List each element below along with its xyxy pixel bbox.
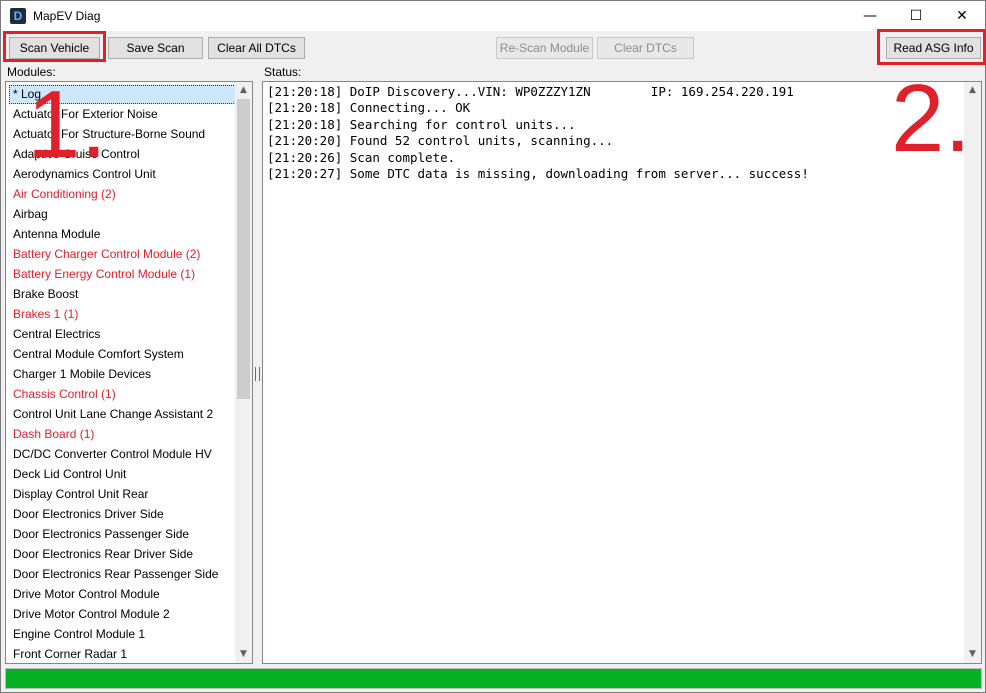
minimize-icon[interactable]: — <box>847 1 893 31</box>
log-line: [21:20:27] Some DTC data is missing, dow… <box>267 166 809 181</box>
module-list-item[interactable]: Charger 1 Mobile Devices <box>13 364 151 384</box>
module-list-item[interactable]: Antenna Module <box>13 224 100 244</box>
module-list-item[interactable]: DC/DC Converter Control Module HV <box>13 444 212 464</box>
save-scan-button[interactable]: Save Scan <box>108 37 203 59</box>
splitter-handle[interactable] <box>255 367 260 381</box>
log-line: [21:20:18] Connecting... OK <box>267 100 471 116</box>
app-logo-letter: D <box>13 9 23 23</box>
module-list-item[interactable]: Dash Board (1) <box>13 424 94 444</box>
module-list-item[interactable]: Central Module Comfort System <box>13 344 184 364</box>
module-list-item[interactable]: Air Conditioning (2) <box>13 184 116 204</box>
log-line: [21:20:18] Searching for control units..… <box>267 116 576 132</box>
module-list-item[interactable]: Drive Motor Control Module <box>13 584 160 604</box>
scrollbar-thumb[interactable] <box>237 99 250 399</box>
title-bar: D MapEV Diag — ☐ ✕ <box>1 1 985 31</box>
module-list-item[interactable]: Airbag <box>13 204 48 224</box>
highlight-box-read-asg <box>877 29 986 65</box>
log-line: [21:20:20] Found 52 control units, scann… <box>267 133 614 149</box>
app-logo-icon: D <box>10 8 26 24</box>
module-list-item[interactable]: Control Unit Lane Change Assistant 2 <box>13 404 213 424</box>
progress-fill <box>6 669 981 688</box>
module-list-item[interactable]: Brake Boost <box>13 284 78 304</box>
annotation-number-one: 1. <box>27 71 108 178</box>
module-list-item[interactable]: Engine Control Module 1 <box>13 624 145 644</box>
module-list-item[interactable]: Door Electronics Driver Side <box>13 504 164 524</box>
modules-scrollbar[interactable]: ▲ ▼ <box>235 82 252 663</box>
app-window: D MapEV Diag — ☐ ✕ Scan Vehicle Save Sca… <box>0 0 986 693</box>
maximize-icon[interactable]: ☐ <box>893 1 939 31</box>
progress-bar <box>5 668 982 689</box>
module-list-item[interactable]: Brakes 1 (1) <box>13 304 78 324</box>
log-line: [21:20:26] Scan complete. <box>267 149 456 165</box>
status-label: Status: <box>264 65 302 79</box>
module-list-item[interactable]: Door Electronics Rear Passenger Side <box>13 564 218 584</box>
module-list-item[interactable]: Battery Charger Control Module (2) <box>13 244 200 264</box>
scroll-down-icon[interactable]: ▼ <box>235 646 252 663</box>
module-list-item[interactable]: Chassis Control (1) <box>13 384 116 404</box>
clear-all-dtcs-button[interactable]: Clear All DTCs <box>208 37 305 59</box>
annotation-number-two: 2. <box>891 65 972 172</box>
module-list-item[interactable]: Battery Energy Control Module (1) <box>13 264 195 284</box>
module-list-item[interactable]: Front Corner Radar 1 <box>13 644 127 663</box>
highlight-box-scan-vehicle <box>3 31 106 62</box>
module-list-item[interactable]: Central Electrics <box>13 324 100 344</box>
clear-dtcs-button[interactable]: Clear DTCs <box>597 37 694 59</box>
module-list-item[interactable]: Display Control Unit Rear <box>13 484 148 504</box>
module-list-item[interactable]: Drive Motor Control Module 2 <box>13 604 170 624</box>
window-title: MapEV Diag <box>33 9 101 23</box>
rescan-module-button[interactable]: Re-Scan Module <box>496 37 593 59</box>
module-list-item[interactable]: Door Electronics Rear Driver Side <box>13 544 193 564</box>
close-icon[interactable]: ✕ <box>939 1 985 31</box>
status-log[interactable]: [21:20:18] DoIP Discovery...VIN: WP0ZZZY… <box>262 81 982 664</box>
scroll-down-icon[interactable]: ▼ <box>964 646 981 663</box>
scroll-up-icon[interactable]: ▲ <box>235 82 252 99</box>
module-list-item[interactable]: Deck Lid Control Unit <box>13 464 126 484</box>
module-list-item[interactable]: Door Electronics Passenger Side <box>13 524 189 544</box>
log-line: [21:20:18] DoIP Discovery...VIN: WP0ZZZY… <box>267 84 794 99</box>
